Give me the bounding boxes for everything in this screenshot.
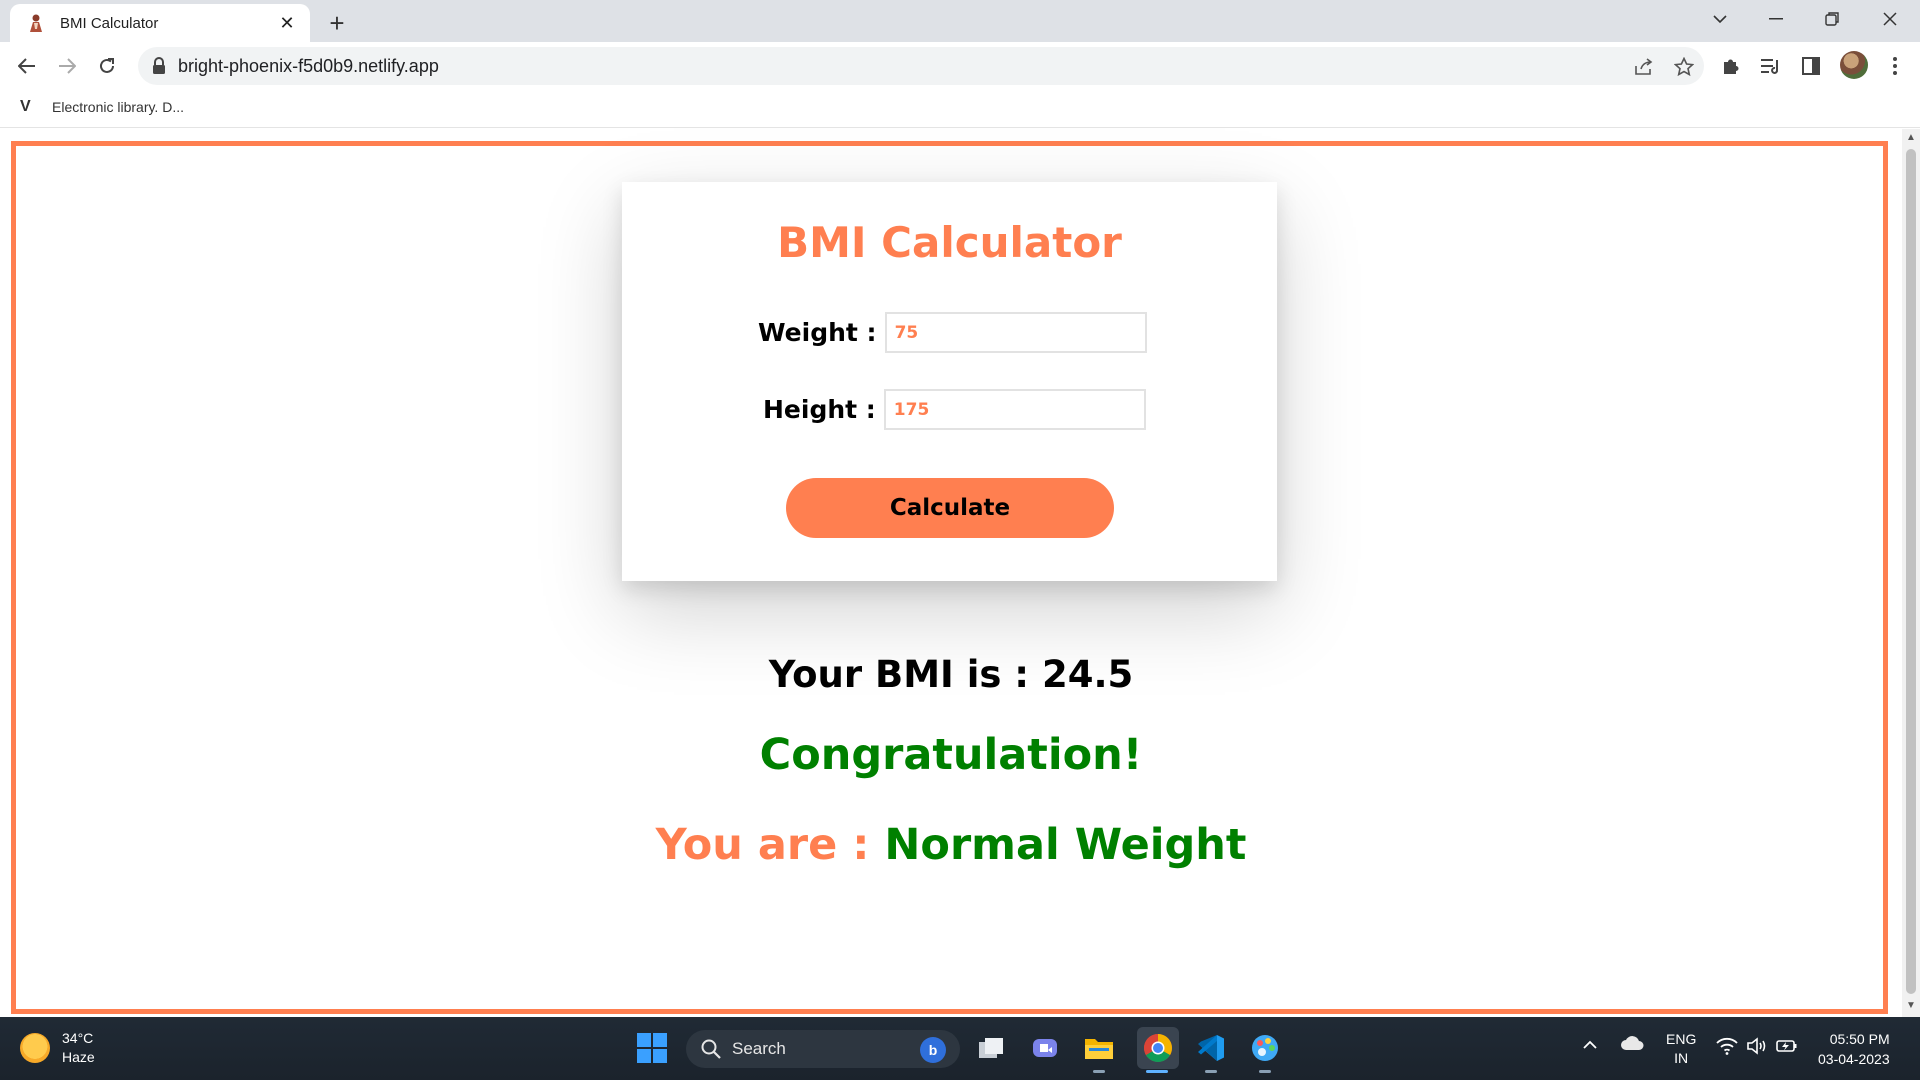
- weather-temperature: 34°C: [62, 1030, 94, 1046]
- height-row: Height :: [763, 389, 1146, 430]
- media-queue-icon[interactable]: [1758, 53, 1784, 79]
- clock-time: 05:50 PM: [1829, 1031, 1890, 1047]
- weight-category: You are : Normal Weight: [0, 820, 1902, 870]
- taskbar-clock[interactable]: 05:50 PM 03-04-2023: [1818, 1029, 1890, 1069]
- wifi-icon[interactable]: [1716, 1037, 1738, 1058]
- forward-arrow-icon[interactable]: [51, 50, 83, 82]
- battery-charging-icon[interactable]: [1776, 1038, 1798, 1057]
- tab-bmi-calculator[interactable]: BMI Calculator ✕: [10, 4, 310, 42]
- chrome-icon[interactable]: [1137, 1027, 1179, 1069]
- extensions-puzzle-icon[interactable]: [1718, 53, 1744, 79]
- page-viewport: BMI Calculator Weight : Height : Calcula…: [0, 129, 1902, 1017]
- tab-close-icon[interactable]: ✕: [276, 12, 298, 34]
- browser-menu-icon[interactable]: [1882, 53, 1908, 79]
- reload-icon[interactable]: [91, 50, 123, 82]
- restore-icon[interactable]: [1812, 0, 1852, 38]
- search-icon: [700, 1038, 722, 1060]
- address-bar[interactable]: bright-phoenix-f5d0b9.netlify.app: [138, 47, 1704, 85]
- onedrive-cloud-icon[interactable]: [1620, 1035, 1644, 1054]
- bookmarks-bar: V Electronic library. D...: [0, 90, 1920, 128]
- bookmark-star-icon[interactable]: [1672, 55, 1696, 79]
- weight-input[interactable]: [884, 312, 1147, 353]
- scroll-down-icon[interactable]: ▼: [1906, 1001, 1916, 1011]
- teams-chat-icon[interactable]: [1028, 1031, 1062, 1065]
- bmi-result: Your BMI is : 24.5: [768, 653, 1134, 696]
- weather-condition: Haze: [62, 1049, 95, 1065]
- bing-icon[interactable]: b: [920, 1037, 946, 1063]
- tab-search-chevron-icon[interactable]: [1700, 0, 1740, 38]
- taskbar-search[interactable]: Search b: [686, 1030, 960, 1068]
- task-view-icon[interactable]: [974, 1031, 1008, 1065]
- share-icon[interactable]: [1632, 55, 1656, 79]
- region-code: IN: [1674, 1050, 1689, 1066]
- minimize-icon[interactable]: [1756, 0, 1796, 38]
- url-text[interactable]: bright-phoenix-f5d0b9.netlify.app: [178, 56, 439, 77]
- profile-avatar[interactable]: [1840, 51, 1868, 79]
- scroll-thumb[interactable]: [1906, 149, 1916, 994]
- weight-row: Weight :: [758, 312, 1147, 353]
- paint-icon[interactable]: [1248, 1031, 1282, 1065]
- lock-icon[interactable]: [152, 57, 168, 75]
- bookmark-favicon-icon: V: [20, 98, 31, 115]
- search-label: Search: [732, 1039, 786, 1058]
- browser-toolbar: bright-phoenix-f5d0b9.netlify.app: [0, 42, 1920, 90]
- chrome-active-indicator: [1146, 1070, 1168, 1073]
- weather-sun-icon: [20, 1033, 50, 1063]
- weather-widget[interactable]: 34°C Haze: [20, 1029, 95, 1067]
- file-explorer-icon[interactable]: [1082, 1031, 1116, 1065]
- weight-label: Weight :: [758, 318, 877, 347]
- height-label: Height :: [763, 395, 876, 424]
- bmi-form-card: BMI Calculator Weight : Height : Calcula…: [622, 182, 1277, 581]
- calculate-button[interactable]: Calculate: [786, 478, 1114, 538]
- file-explorer-running-indicator: [1093, 1070, 1105, 1073]
- start-windows-icon[interactable]: [637, 1033, 667, 1063]
- vscode-running-indicator: [1205, 1070, 1217, 1073]
- bookmark-electronic-library[interactable]: V Electronic library. D...: [20, 98, 184, 116]
- close-window-icon[interactable]: [1870, 0, 1910, 38]
- back-arrow-icon[interactable]: [11, 50, 43, 82]
- paint-running-indicator: [1259, 1070, 1271, 1073]
- volume-icon[interactable]: [1746, 1037, 1768, 1058]
- language-indicator[interactable]: ENG IN: [1666, 1030, 1696, 1068]
- category-prefix: You are :: [655, 820, 870, 870]
- site-favicon-icon: [26, 13, 46, 33]
- vscode-icon[interactable]: [1194, 1031, 1228, 1065]
- category-value: Normal Weight: [884, 820, 1247, 870]
- height-input[interactable]: [883, 389, 1146, 430]
- language-code: ENG: [1666, 1031, 1697, 1047]
- page-title: BMI Calculator: [777, 218, 1122, 267]
- windows-taskbar: 34°C Haze Search b ENG IN 05:50 PM 03-04…: [0, 1017, 1920, 1080]
- tab-strip: BMI Calculator ✕ +: [0, 0, 1920, 42]
- side-panel-icon[interactable]: [1798, 53, 1824, 79]
- new-tab-button[interactable]: +: [322, 8, 352, 38]
- tab-title: BMI Calculator: [60, 14, 159, 32]
- page-scrollbar[interactable]: ▲ ▼: [1902, 129, 1920, 1017]
- scroll-up-icon[interactable]: ▲: [1906, 133, 1916, 143]
- show-hidden-icons-chevron-icon[interactable]: [1582, 1037, 1598, 1053]
- congratulation-message: Congratulation!: [759, 730, 1143, 780]
- clock-date: 03-04-2023: [1818, 1051, 1890, 1067]
- bookmark-label: Electronic library. D...: [52, 99, 184, 115]
